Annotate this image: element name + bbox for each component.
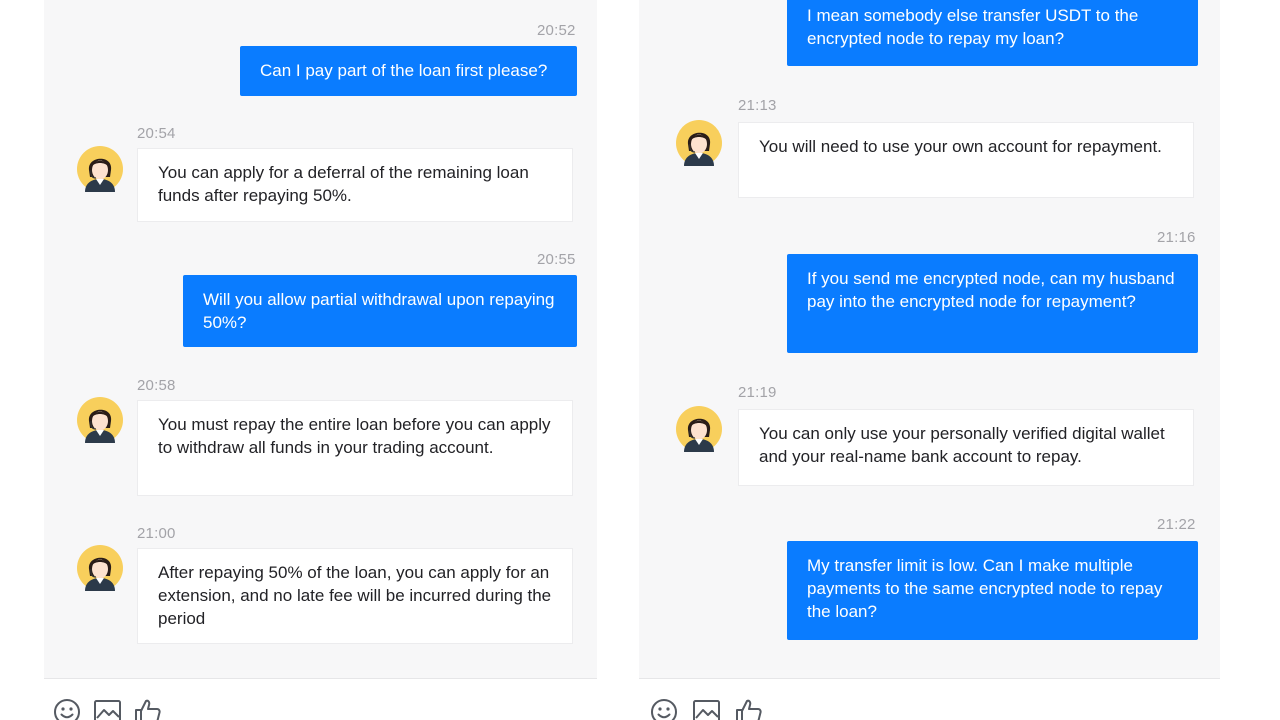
image-icon[interactable] [93, 697, 123, 720]
outgoing-message-bubble[interactable]: I mean somebody else transfer USDT to th… [787, 0, 1198, 66]
chat-input-toolbar [639, 678, 1220, 720]
agent-avatar [77, 397, 123, 443]
thumbs-up-icon[interactable] [133, 697, 163, 720]
chat-input-toolbar [44, 678, 597, 720]
chat-panel-left: 20:52 Can I pay part of the loan first p… [44, 0, 597, 720]
message-timestamp: 20:52 [537, 22, 576, 39]
message-timestamp: 21:19 [738, 384, 777, 401]
incoming-message-bubble[interactable]: You must repay the entire loan before yo… [137, 400, 573, 496]
incoming-message-bubble[interactable]: You can apply for a deferral of the rema… [137, 148, 573, 222]
outgoing-message-bubble[interactable]: If you send me encrypted node, can my hu… [787, 254, 1198, 353]
chat-panel-right: I mean somebody else transfer USDT to th… [639, 0, 1220, 720]
incoming-message-bubble[interactable]: You will need to use your own account fo… [738, 122, 1194, 198]
thumbs-up-icon[interactable] [734, 697, 764, 720]
outgoing-message-bubble[interactable]: My transfer limit is low. Can I make mul… [787, 541, 1198, 640]
incoming-message-bubble[interactable]: You can only use your personally verifie… [738, 409, 1194, 486]
image-icon[interactable] [692, 697, 722, 720]
outgoing-message-bubble[interactable]: Will you allow partial withdrawal upon r… [183, 275, 577, 347]
message-timestamp: 21:00 [137, 525, 176, 542]
emoji-icon[interactable] [53, 697, 83, 720]
message-timestamp: 20:55 [537, 251, 576, 268]
incoming-message-bubble[interactable]: After repaying 50% of the loan, you can … [137, 548, 573, 644]
agent-avatar [77, 146, 123, 192]
message-timestamp: 21:16 [1157, 229, 1196, 246]
message-timestamp: 21:22 [1157, 516, 1196, 533]
message-timestamp: 21:13 [738, 97, 777, 114]
agent-avatar [676, 120, 722, 166]
agent-avatar [676, 406, 722, 452]
emoji-icon[interactable] [650, 697, 680, 720]
message-timestamp: 20:54 [137, 125, 176, 142]
outgoing-message-bubble[interactable]: Can I pay part of the loan first please? [240, 46, 577, 96]
message-timestamp: 20:58 [137, 377, 176, 394]
agent-avatar [77, 545, 123, 591]
